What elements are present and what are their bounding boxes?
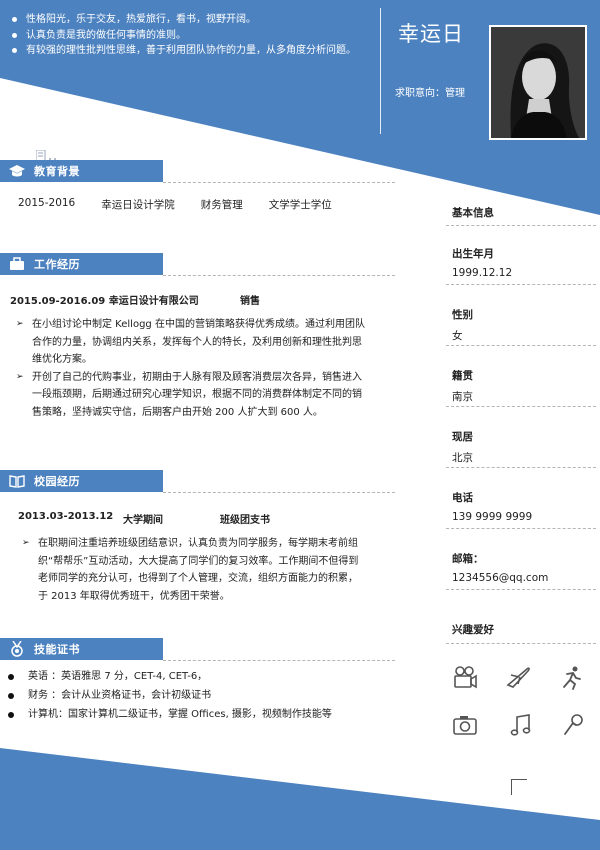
email-value: 1234556@qq.com (452, 572, 549, 584)
section-skills-header: 技能证书 (0, 638, 163, 660)
info-divider (446, 467, 596, 468)
education-degree: 文学学士学位 (268, 199, 332, 211)
skill-item: 英语 ：英语雅思 7 分，CET-4, CET-6， (8, 667, 388, 686)
work-position: 销售 (240, 296, 260, 307)
residence-label: 现居 (452, 431, 473, 443)
skill-item: 计算机：国家计算机二级证书，掌握 Offices, 摄影，视频制作技能等 (8, 705, 388, 724)
job-intent: 求职意向：管理 (395, 88, 465, 99)
music-note-icon (510, 714, 531, 736)
info-divider (446, 225, 596, 226)
work-item: 在小组讨论中制定 Kellogg 在中国的营销策略获得优秀成绩。通过利用团队合作… (16, 316, 366, 369)
info-divider (446, 345, 596, 346)
section-divider (163, 492, 395, 493)
header-divider (380, 8, 381, 134)
basic-info-title: 基本信息 (452, 207, 494, 219)
section-education-header: 教育背景 (0, 160, 163, 182)
info-divider (446, 643, 596, 644)
profile-photo (489, 25, 587, 140)
corner-mark (511, 779, 527, 795)
section-campus-header: 校园经历 (0, 470, 163, 492)
education-major: 财务管理 (200, 199, 243, 211)
campus-bullets: 在职期间注重培养班级团结意识，认真负责为同学服务，每学期末考前组织“帮帮乐”互动… (22, 535, 367, 605)
residence-value: 北京 (452, 452, 473, 464)
photo-camera-icon (453, 716, 477, 735)
info-divider (446, 589, 596, 590)
phone-value: 139 9999 9999 (452, 511, 533, 523)
work-bullets: 在小组讨论中制定 Kellogg 在中国的营销策略获得优秀成绩。通过利用团队合作… (16, 316, 366, 421)
skills-list: 英语 ：英语雅思 7 分，CET-4, CET-6， 财务 ：会计从业资格证书，… (8, 667, 388, 724)
education-row: 2015-2016 幸运日设计学院 财务管理 文学学士学位 (18, 197, 358, 212)
candidate-name: 幸运日 (398, 22, 464, 46)
running-icon (563, 666, 581, 690)
briefcase-icon (0, 257, 34, 271)
section-title: 校园经历 (34, 475, 80, 488)
section-divider (163, 275, 395, 276)
intro-item: 有较强的理性批判性思维，善于利用团队协作的力量，从多角度分析问题。 (10, 43, 375, 59)
gender-label: 性别 (452, 309, 473, 321)
education-school: 幸运日设计学院 (101, 199, 175, 211)
work-item: 开创了自己的代购事业，初期由于人脉有限及顾客消费层次各异，销售进入一段瓶颈期，后… (16, 369, 366, 422)
book-icon (0, 474, 34, 488)
campus-item: 在职期间注重培养班级团结意识，认真负责为同学服务，每学期末考前组织“帮帮乐”互动… (22, 535, 367, 605)
phone-label: 电话 (452, 492, 473, 504)
work-headline: 2015.09-2016.09 幸运日设计有限公司 (10, 296, 199, 307)
info-divider (446, 284, 596, 285)
section-title: 教育背景 (34, 165, 80, 178)
education-period: 2015-2016 (18, 197, 76, 209)
film-camera-icon (454, 666, 477, 689)
microphone-icon (564, 714, 583, 735)
birth-label: 出生年月 (452, 248, 494, 260)
hobbies-title: 兴趣爱好 (452, 624, 494, 636)
section-title: 工作经历 (34, 258, 80, 271)
native-value: 南京 (452, 391, 473, 403)
self-intro-list: 性格阳光，乐于交友，热爱旅行，看书，视野开阔。 认真负责是我的做任何事情的准则。… (10, 12, 375, 59)
native-label: 籍贯 (452, 370, 473, 382)
section-divider (163, 660, 395, 661)
campus-period: 2013.03-2013.12 (18, 511, 114, 522)
graduation-cap-icon (0, 164, 34, 178)
intro-item: 认真负责是我的做任何事情的准则。 (10, 28, 375, 44)
section-work-header: 工作经历 (0, 253, 163, 275)
campus-role: 班级团支书 (220, 515, 270, 526)
airplane-icon (506, 667, 530, 688)
email-label: 邮箱： (452, 553, 484, 565)
campus-org: 大学期间 (123, 515, 163, 526)
gender-value: 女 (452, 330, 463, 342)
section-divider (163, 182, 395, 183)
info-divider (446, 406, 596, 407)
medal-icon (0, 641, 34, 657)
info-divider (446, 528, 596, 529)
section-title: 技能证书 (34, 643, 80, 656)
intro-item: 性格阳光，乐于交友，热爱旅行，看书，视野开阔。 (10, 12, 375, 28)
footer-background (0, 748, 600, 850)
birth-value: 1999.12.12 (452, 267, 513, 279)
skill-item: 财务 ：会计从业资格证书，会计初级证书 (8, 686, 388, 705)
